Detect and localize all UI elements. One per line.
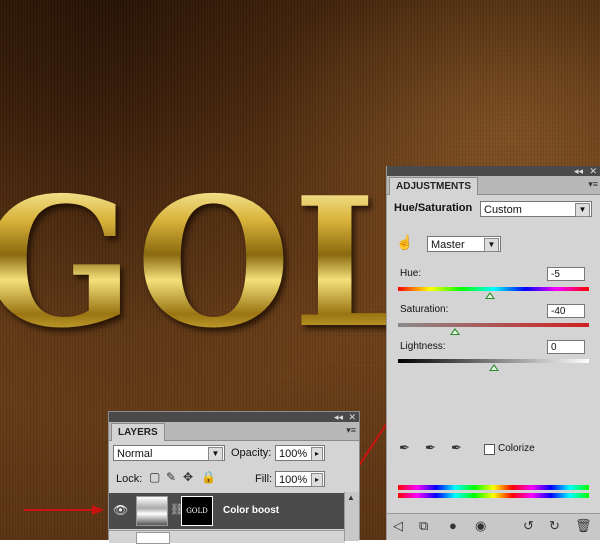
lightness-label: Lightness: [400,341,446,352]
saturation-bar [398,323,589,327]
arrow-head-left [92,505,104,515]
chevron-down-icon: ▼ [484,238,499,252]
fill-value: 100% [279,474,308,486]
saturation-input[interactable]: -40 [547,304,585,318]
panel-titlebar: ◂◂ ✕ [109,412,359,422]
refresh-icon[interactable]: ↻ [549,518,560,534]
saturation-label: Saturation: [400,304,449,315]
panel-footer: ◁ ⧉ ● ◉ ↺ ↻ 🗑 [387,513,600,540]
preset-select[interactable]: Custom ▼ [480,201,592,217]
colorize-label: Colorize [498,443,535,454]
channel-select[interactable]: Master ▼ [427,236,501,252]
mask-icon[interactable]: ● [449,518,457,533]
chevron-right-icon: ▸ [311,447,323,461]
reset-icon[interactable]: ↺ [523,518,534,534]
tab-bar: ADJUSTMENTS ▾≡ [387,176,600,195]
layer-name[interactable]: Color boost [223,505,279,516]
lightness-bar [398,359,589,363]
hand-target-icon[interactable]: ☝ [396,234,413,251]
eyedropper-icon[interactable]: ✒ [399,440,410,456]
trash-icon[interactable]: 🗑 [575,518,592,534]
mask-thumbnail: GOLD [181,496,213,526]
adjustment-title: Hue/Saturation [394,202,473,214]
spectrum-bar-bottom [398,493,589,498]
tab-adjustments[interactable]: ADJUSTMENTS [389,177,479,195]
clip-icon[interactable]: ⧉ [419,518,428,534]
opacity-input[interactable]: 100% ▸ [275,445,325,461]
close-icon[interactable]: ✕ [348,412,356,422]
opacity-value: 100% [279,448,308,460]
return-icon[interactable]: ◁ [393,518,403,534]
hue-slider[interactable] [485,292,495,299]
opacity-label: Opacity: [231,447,272,459]
blend-mode-select[interactable]: Normal ▼ [113,445,225,461]
chevron-down-icon: ▼ [208,447,223,461]
scroll-up-icon[interactable]: ▲ [347,493,355,502]
chevron-right-icon: ▸ [311,473,323,487]
visibility-icon[interactable]: ◉ [475,518,486,534]
eyedropper-minus-icon[interactable]: ✒ [451,440,462,456]
hue-label: Hue: [400,268,422,279]
spectrum-bar-top [398,485,589,490]
layer-thumbnail [136,532,170,544]
layers-panel: ◂◂ ✕ LAYERS ▾≡ Normal ▼ Opacity: 100% ▸ … [108,411,360,544]
layer-row-color-boost[interactable]: 👁 ⛓ GOLD Color boost [109,493,345,529]
eye-icon[interactable]: 👁 [113,503,128,517]
fill-input[interactable]: 100% ▸ [275,471,325,487]
collapse-icon[interactable]: ◂◂ [574,166,583,176]
hue-bar [398,287,589,291]
preset-value: Custom [484,204,522,216]
lightness-slider[interactable] [489,364,499,371]
panel-menu-icon[interactable]: ▾≡ [346,425,356,436]
lightness-input[interactable]: 0 [547,340,585,354]
tab-layers[interactable]: LAYERS [111,423,165,441]
chevron-down-icon: ▼ [575,203,590,217]
layers-scrollbar[interactable]: ▲ [344,492,359,541]
fill-label: Fill: [255,473,273,485]
brush-icon[interactable]: ✎ [166,470,176,484]
tab-bar: LAYERS ▾≡ [109,422,359,441]
eyedropper-plus-icon[interactable]: ✒ [425,440,436,456]
layer-row-next[interactable] [109,530,345,544]
collapse-icon[interactable]: ◂◂ [334,412,343,422]
adjustment-thumbnail [136,496,168,526]
blend-mode-value: Normal [117,448,153,460]
panel-menu-icon[interactable]: ▾≡ [588,179,598,190]
lock-transparent-icon[interactable]: ▢ [149,470,160,484]
hue-input[interactable]: -5 [547,267,585,281]
colorize-checkbox[interactable] [484,444,495,455]
lock-label: Lock: [116,473,143,485]
channel-value: Master [431,239,465,251]
panel-titlebar: ◂◂ ✕ [387,166,600,176]
adjustments-panel: ◂◂ ✕ ADJUSTMENTS ▾≡ Hue/Saturation Custo… [386,166,600,540]
saturation-slider[interactable] [450,328,460,335]
move-icon[interactable]: ✥ [183,470,193,484]
lock-icon[interactable]: 🔒 [201,470,216,484]
close-icon[interactable]: ✕ [589,166,597,176]
